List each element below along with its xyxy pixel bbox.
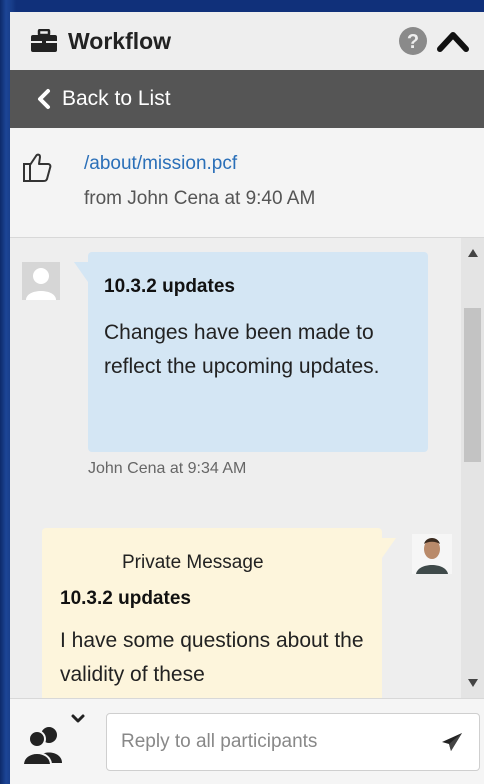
message-scrollbar[interactable] [461,238,484,698]
reply-input[interactable] [106,713,480,771]
chevron-down-icon[interactable] [70,713,86,725]
message-title: 10.3.2 updates [104,276,235,297]
message-body: I have some questions about the validity… [60,629,364,686]
users-icon[interactable] [22,723,66,765]
message-bubble: 10.3.2 updates Changes have been made to… [74,252,428,452]
generic-user-avatar [22,262,60,300]
panel-header: Workflow ? [10,12,484,70]
workflow-panel: Workflow ? Back to List /about/mission.p… [10,12,484,784]
svg-text:?: ? [407,31,419,53]
scroll-up-arrow-icon[interactable] [467,248,479,258]
panel-title: Workflow [68,28,172,54]
private-message-bubble: Private Message 10.3.2 updates I have so… [42,528,396,698]
scroll-down-arrow-icon[interactable] [467,678,479,688]
question-circle-icon[interactable]: ? [398,26,428,56]
file-info: /about/mission.pcf from John Cena at 9:4… [10,128,484,238]
chevron-up-icon[interactable] [436,28,470,54]
back-to-list-label: Back to List [62,87,171,110]
message-title: 10.3.2 updates [60,588,191,609]
file-meta: from John Cena at 9:40 AM [84,188,316,209]
reply-bar [10,698,484,784]
thumbs-up-icon [23,153,52,182]
message-meta: John Cena at 9:34 AM [88,460,247,477]
paper-plane-icon[interactable] [440,731,464,753]
user-photo-avatar [412,534,452,574]
chevron-left-icon [38,89,50,109]
message-thread[interactable]: 10.3.2 updates Changes have been made to… [10,238,484,698]
scroll-thumb[interactable] [464,308,481,462]
file-path-link[interactable]: /about/mission.pcf [84,153,237,175]
message-body: Changes have been made to reflect the up… [104,321,380,378]
briefcase-icon [31,29,57,52]
back-to-list-button[interactable]: Back to List [10,70,484,128]
private-message-label: Private Message [122,552,264,573]
